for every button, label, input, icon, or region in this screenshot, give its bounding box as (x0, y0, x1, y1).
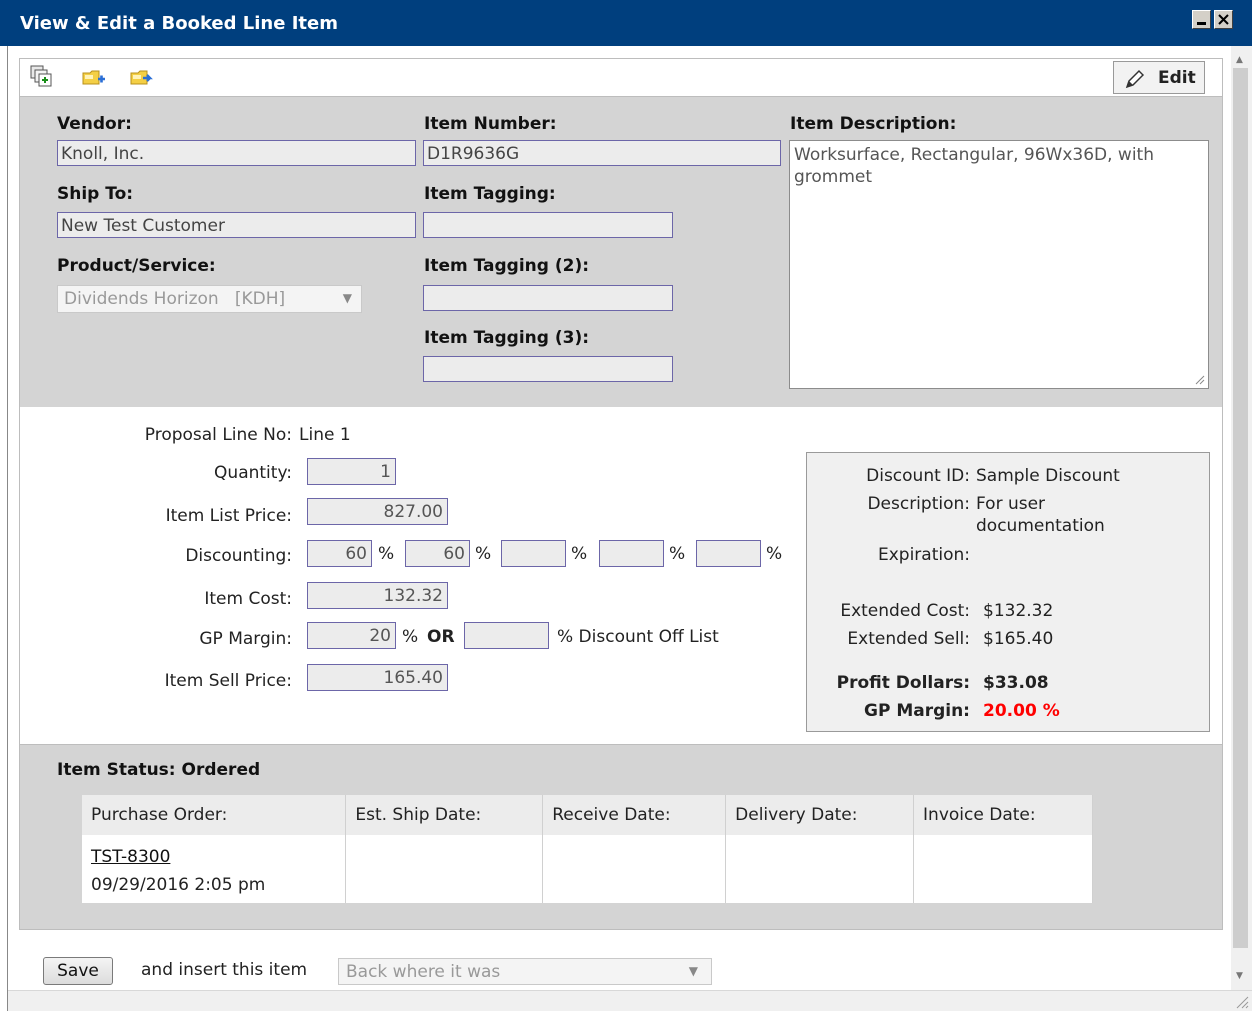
delivery-date-cell (725, 835, 915, 903)
discount-description-label: Description: (867, 494, 970, 514)
ship-to-field[interactable]: New Test Customer (57, 212, 416, 238)
discount-field-1[interactable]: 60 (307, 540, 372, 567)
item-description-label: Item Description: (790, 114, 957, 134)
column-header: Est. Ship Date: (345, 795, 544, 835)
discount-description-line1: For user (976, 494, 1046, 514)
scroll-down-icon[interactable]: ▼ (1236, 971, 1243, 981)
discounting-label: Discounting: (185, 546, 292, 566)
percent-sign: % (766, 544, 783, 564)
discount-field-5[interactable] (696, 540, 761, 567)
close-button[interactable] (1214, 10, 1233, 29)
edit-label: Edit (1158, 68, 1196, 88)
item-tagging-field[interactable] (423, 212, 673, 238)
discount-off-list-field[interactable] (464, 622, 549, 649)
extended-sell-value: $165.40 (983, 629, 1054, 649)
receive-date-cell (542, 835, 727, 903)
toolbar (19, 58, 1223, 96)
discount-id-value: Sample Discount (976, 466, 1120, 486)
folder-move-icon[interactable] (130, 64, 154, 88)
column-header: Invoice Date: (913, 795, 1093, 835)
extended-cost-value: $132.32 (983, 601, 1054, 621)
est-ship-date-cell (345, 835, 544, 903)
percent-sign: % (475, 544, 492, 564)
or-label: OR (427, 627, 455, 647)
scrollbar-thumb[interactable] (1233, 68, 1248, 948)
chevron-down-icon: ▼ (688, 964, 698, 978)
expiration-label: Expiration: (877, 545, 970, 565)
purchase-order-date: 09/29/2016 2:05 pm (91, 875, 266, 895)
table-row: TST-8300 09/29/2016 2:05 pm (82, 835, 1093, 903)
discount-id-label: Discount ID: (866, 466, 970, 486)
purchase-order-cell: TST-8300 09/29/2016 2:05 pm (82, 835, 347, 903)
invoice-date-cell (913, 835, 1093, 903)
item-number-field[interactable]: D1R9636G (423, 140, 781, 166)
insert-label: and insert this item (141, 960, 308, 980)
sell-price-field[interactable]: 165.40 (307, 664, 448, 691)
window-title: View & Edit a Booked Line Item (20, 13, 338, 34)
vendor-label: Vendor: (57, 114, 132, 134)
copy-icon[interactable] (29, 64, 53, 88)
textarea-resize-icon[interactable] (1193, 373, 1205, 385)
minimize-button[interactable] (1192, 10, 1211, 29)
item-cost-field[interactable]: 132.32 (307, 582, 448, 609)
list-price-label: Item List Price: (165, 506, 292, 526)
edit-button[interactable]: Edit (1113, 61, 1205, 94)
scroll-up-icon[interactable]: ▲ (1236, 55, 1243, 65)
percent-sign: % (669, 544, 686, 564)
summary-gp-margin-value: 20.00 % (983, 701, 1060, 721)
quantity-label: Quantity: (214, 463, 292, 483)
folder-add-icon[interactable] (82, 64, 106, 88)
list-price-field[interactable]: 827.00 (307, 498, 448, 525)
column-header: Delivery Date: (725, 795, 915, 835)
item-description-textarea[interactable]: Worksurface, Rectangular, 96Wx36D, with … (789, 140, 1209, 389)
close-icon (1218, 14, 1229, 25)
item-status-title: Item Status: Ordered (57, 760, 261, 780)
proposal-line-value: Line 1 (299, 425, 351, 445)
extended-cost-label: Extended Cost: (840, 601, 970, 621)
discount-description-line2: documentation (976, 516, 1105, 536)
purchase-order-link[interactable]: TST-8300 (91, 847, 170, 867)
discount-field-2[interactable]: 60 (405, 540, 470, 567)
item-tagging-2-label: Item Tagging (2): (424, 256, 590, 276)
save-button[interactable]: Save (43, 957, 113, 985)
pencil-icon (1125, 69, 1145, 89)
item-tagging-label: Item Tagging: (424, 184, 556, 204)
percent-sign: % (571, 544, 588, 564)
profit-dollars-label: Profit Dollars: (836, 673, 970, 693)
product-service-label: Product/Service: (57, 256, 216, 276)
item-tagging-2-field[interactable] (423, 285, 673, 311)
column-header: Purchase Order: (82, 795, 347, 835)
horizontal-scrollbar[interactable] (8, 990, 1252, 1011)
insert-position-select[interactable]: Back where it was ▼ (338, 958, 712, 985)
quantity-field[interactable]: 1 (307, 458, 396, 485)
percent-sign: % (402, 627, 419, 647)
profit-dollars-value: $33.08 (983, 673, 1049, 693)
resize-grip-icon[interactable] (1233, 993, 1249, 1009)
discount-field-4[interactable] (599, 540, 664, 567)
proposal-line-label: Proposal Line No: (144, 425, 292, 445)
chevron-down-icon: ▼ (342, 291, 352, 305)
gp-margin-field[interactable]: 20 (307, 622, 396, 649)
insert-position-value: Back where it was (346, 962, 501, 982)
item-cost-label: Item Cost: (204, 589, 292, 609)
minimize-icon (1197, 22, 1206, 25)
discount-off-list-label: % Discount Off List (557, 627, 719, 647)
extended-sell-label: Extended Sell: (847, 629, 970, 649)
status-table: Purchase Order: Est. Ship Date: Receive … (82, 795, 1093, 903)
item-tagging-3-label: Item Tagging (3): (424, 328, 590, 348)
product-service-select[interactable]: Dividends Horizon [KDH] ▼ (57, 285, 362, 313)
discount-field-3[interactable] (501, 540, 566, 567)
gp-margin-label: GP Margin: (199, 629, 292, 649)
summary-gp-margin-label: GP Margin: (863, 701, 970, 721)
item-tagging-3-field[interactable] (423, 356, 673, 382)
percent-sign: % (378, 544, 395, 564)
product-service-value: Dividends Horizon [KDH] (64, 289, 286, 309)
item-number-label: Item Number: (424, 114, 557, 134)
vendor-field[interactable]: Knoll, Inc. (57, 140, 416, 166)
ship-to-label: Ship To: (57, 184, 134, 204)
status-table-header: Purchase Order: Est. Ship Date: Receive … (82, 795, 1093, 835)
sell-price-label: Item Sell Price: (164, 671, 292, 691)
column-header: Receive Date: (542, 795, 727, 835)
